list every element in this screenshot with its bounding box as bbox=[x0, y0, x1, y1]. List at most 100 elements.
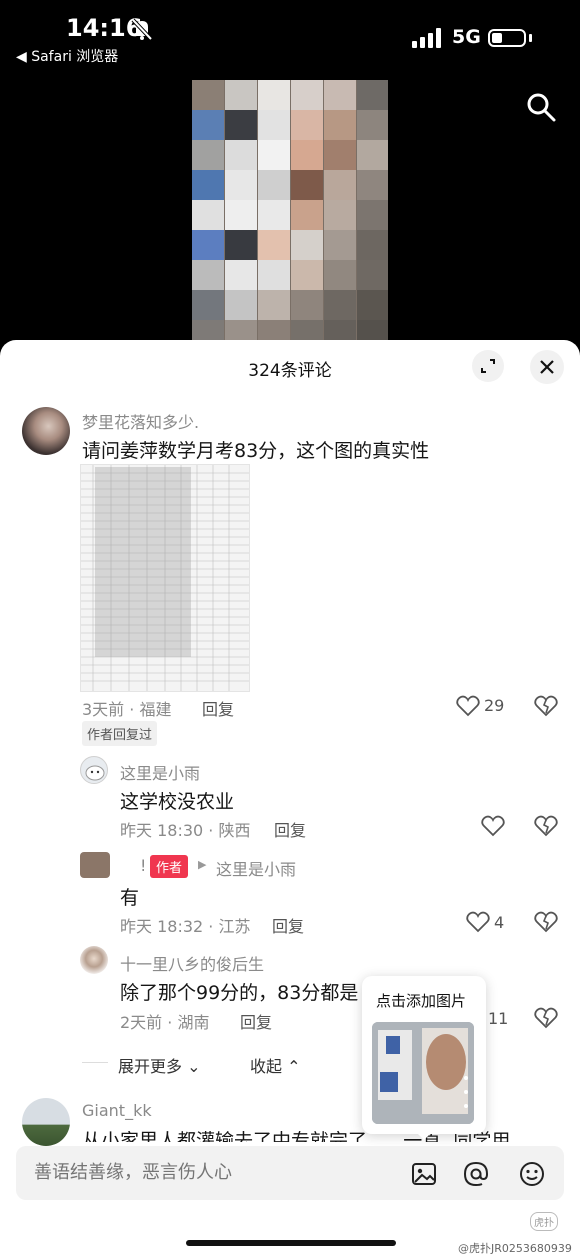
avatar[interactable] bbox=[80, 852, 110, 878]
video-mosaic-tile bbox=[225, 110, 257, 142]
comment-username[interactable]: 梦里花落知多少. bbox=[82, 409, 199, 433]
video-mosaic-tile bbox=[357, 170, 388, 202]
author-tag: 作者 bbox=[150, 855, 189, 878]
collapse-label: 收起 bbox=[250, 1057, 283, 1076]
reply-meta: 2天前 · 湖南 bbox=[120, 1013, 210, 1032]
heart-icon[interactable] bbox=[466, 911, 490, 937]
battery-tip bbox=[529, 34, 532, 42]
video-mosaic-tile bbox=[291, 200, 323, 232]
video-mosaic-tile bbox=[291, 110, 323, 142]
add-image-popup-label: 点击添加图片 bbox=[376, 992, 467, 1010]
video-mosaic-tile bbox=[225, 260, 257, 292]
reply-button[interactable]: 回复 bbox=[272, 913, 304, 937]
video-mosaic-tile bbox=[192, 290, 224, 322]
video-mosaic-tile bbox=[258, 200, 290, 232]
comment-attached-image[interactable] bbox=[80, 464, 250, 692]
video-mosaic-tile bbox=[291, 290, 323, 322]
bell-muted-icon bbox=[130, 18, 154, 44]
expand-more-button[interactable]: 展开更多 ⌄ bbox=[118, 1053, 201, 1077]
author-replied-badge: 作者回复过 bbox=[82, 721, 158, 746]
video-mosaic-tile bbox=[225, 290, 257, 322]
video-mosaic-tile bbox=[324, 140, 356, 172]
video-mosaic-tile bbox=[225, 140, 257, 172]
close-icon[interactable] bbox=[530, 350, 564, 384]
comment-input[interactable] bbox=[34, 1162, 374, 1183]
watermark-text: @虎扑JR0253680939 bbox=[458, 1242, 572, 1255]
reply-username[interactable]: 十一里八乡的俊后生 bbox=[120, 951, 264, 975]
dislike-icon[interactable] bbox=[534, 695, 558, 721]
reply-text: 除了那个99分的，83分都是 bbox=[120, 982, 359, 1004]
video-mosaic-tile bbox=[357, 290, 388, 322]
heart-icon[interactable] bbox=[481, 815, 505, 841]
video-mosaic-tile bbox=[192, 230, 224, 262]
like-count: 29 bbox=[484, 696, 505, 715]
reply-text: 有 bbox=[120, 887, 140, 909]
home-indicator bbox=[186, 1240, 396, 1246]
chevron-down-icon: ⌄ bbox=[187, 1057, 201, 1076]
video-mosaic-tile bbox=[225, 200, 257, 232]
popup-arrow bbox=[416, 1132, 432, 1140]
video-mosaic-tile bbox=[291, 230, 323, 262]
expand-more-label: 展开更多 bbox=[118, 1057, 183, 1076]
comment-text: 请问姜萍数学月考83分，这个图的真实性 bbox=[82, 440, 430, 462]
video-mosaic-tile bbox=[324, 170, 356, 202]
video-mosaic-tile bbox=[192, 170, 224, 202]
search-icon[interactable] bbox=[526, 92, 556, 126]
reply-text: 这学校没农业 bbox=[120, 791, 235, 813]
video-mosaic-tile bbox=[357, 110, 388, 142]
video-mosaic-tile bbox=[357, 230, 388, 262]
video-mosaic-tile bbox=[258, 110, 290, 142]
chevron-up-icon: ⌃ bbox=[287, 1057, 301, 1076]
image-icon[interactable] bbox=[410, 1160, 438, 1192]
video-mosaic-tile bbox=[291, 140, 323, 172]
expand-icon[interactable] bbox=[472, 350, 504, 382]
video-mosaic-tile bbox=[258, 80, 290, 112]
reply-to-username[interactable]: 这里是小雨 bbox=[216, 856, 296, 880]
emoji-icon[interactable] bbox=[518, 1160, 546, 1192]
video-mosaic-tile bbox=[225, 230, 257, 262]
like-count: 4 bbox=[494, 913, 505, 932]
video-mosaic-tile bbox=[291, 170, 323, 202]
network-type: 5G bbox=[452, 26, 481, 48]
collapse-button[interactable]: 收起 ⌃ bbox=[250, 1053, 301, 1077]
dislike-icon[interactable] bbox=[534, 911, 558, 937]
suggested-image-thumbnail[interactable] bbox=[372, 1022, 474, 1124]
reply-username[interactable]: 这里是小雨 bbox=[120, 760, 200, 784]
video-mosaic-tile bbox=[258, 140, 290, 172]
comment-username[interactable]: Giant_kk bbox=[82, 1101, 152, 1120]
video-mosaic-tile bbox=[258, 230, 290, 262]
dislike-icon[interactable] bbox=[534, 815, 558, 841]
at-icon[interactable] bbox=[462, 1160, 490, 1192]
video-mosaic-tile bbox=[258, 290, 290, 322]
avatar[interactable] bbox=[80, 946, 108, 974]
video-mosaic-tile bbox=[225, 170, 257, 202]
avatar[interactable] bbox=[80, 756, 108, 784]
battery-icon bbox=[488, 29, 526, 47]
reply-button[interactable]: 回复 bbox=[274, 817, 306, 841]
video-mosaic-tile bbox=[357, 80, 388, 112]
back-to-safari-link[interactable]: ◀ Safari 浏览器 bbox=[16, 46, 118, 66]
video-mosaic-tile bbox=[192, 200, 224, 232]
video-mosaic-tile bbox=[192, 110, 224, 142]
video-mosaic-tile bbox=[258, 260, 290, 292]
video-mosaic-tile bbox=[324, 290, 356, 322]
dislike-icon[interactable] bbox=[534, 1007, 558, 1033]
video-mosaic-tile bbox=[357, 200, 388, 232]
like-count: 11 bbox=[488, 1009, 509, 1028]
thread-divider bbox=[82, 1062, 108, 1063]
video-mosaic-tile bbox=[192, 140, 224, 172]
video-mosaic-tile bbox=[357, 140, 388, 172]
heart-icon[interactable] bbox=[456, 695, 480, 721]
video-mosaic-tile bbox=[192, 80, 224, 112]
reply-button[interactable]: 回复 bbox=[240, 1009, 272, 1033]
reply-button[interactable]: 回复 bbox=[202, 696, 234, 720]
watermark-logo: 虎扑 bbox=[530, 1212, 558, 1231]
video-mosaic-tile bbox=[324, 110, 356, 142]
video-mosaic-tile bbox=[324, 80, 356, 112]
reply-to-arrow-icon: ▶ bbox=[198, 858, 207, 871]
avatar[interactable] bbox=[22, 407, 70, 455]
reply-username[interactable]: ! bbox=[140, 856, 146, 875]
video-player[interactable] bbox=[192, 80, 388, 350]
reply-meta: 昨天 18:32 · 江苏 bbox=[120, 917, 251, 936]
reply-meta: 昨天 18:30 · 陕西 bbox=[120, 821, 251, 840]
